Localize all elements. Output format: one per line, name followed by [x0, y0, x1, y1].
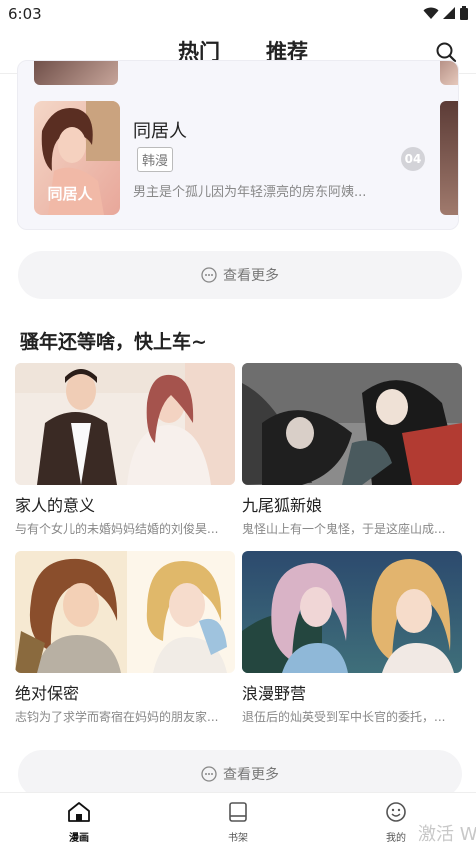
view-more-button[interactable]: 查看更多: [18, 251, 462, 299]
comic-card-juedui[interactable]: 绝对保密 志钧为了求学而寄宿在妈妈的朋友家...: [15, 551, 235, 725]
comic-title[interactable]: 九尾狐新娘: [242, 492, 462, 516]
more-dots-icon: [201, 766, 217, 782]
comic-tag: 韩漫: [137, 147, 174, 172]
more-dots-icon: [201, 267, 217, 283]
comic-cover-tongjuren[interactable]: 同居人: [34, 101, 120, 215]
comic-card-jiuweihu[interactable]: 九尾狐新娘 鬼怪山上有一个鬼怪，于是这座山成...: [242, 363, 462, 537]
signal-icon: [443, 6, 455, 19]
comic-title[interactable]: 家人的意义: [15, 492, 235, 516]
previous-item-cover[interactable]: [34, 61, 118, 85]
nav-bookshelf-label: 书架: [228, 833, 248, 844]
comic-cover[interactable]: [15, 363, 235, 485]
activation-watermark: 激活 W: [418, 824, 476, 845]
nav-mine-label: 我的: [386, 833, 406, 844]
comic-title[interactable]: 同居人: [133, 117, 187, 143]
hot-ranking-card: 同居人 同居人 韩漫 男主是个孤儿因为年轻漂亮的房东阿姨... 04: [17, 60, 459, 230]
next-column-cover-top[interactable]: [440, 61, 458, 85]
comic-title[interactable]: 绝对保密: [15, 680, 235, 704]
battery-icon: [460, 6, 468, 20]
cover-logo-text: 同居人: [47, 185, 93, 203]
comic-title[interactable]: 浪漫野营: [242, 680, 462, 704]
comic-cover[interactable]: [242, 551, 462, 673]
rank-badge: 04: [401, 147, 425, 171]
comic-card-langman[interactable]: 浪漫野营 退伍后的灿英受到军中长官的委托，...: [242, 551, 462, 725]
comic-description: 退伍后的灿英受到军中长官的委托，...: [242, 710, 446, 724]
status-bar: 6:03: [0, 0, 476, 28]
status-time: 6:03: [8, 5, 42, 23]
comic-description: 男主是个孤儿因为年轻漂亮的房东阿姨...: [133, 185, 367, 200]
comic-description: 鬼怪山上有一个鬼怪，于是这座山成...: [242, 522, 446, 536]
comic-cover[interactable]: [15, 551, 235, 673]
view-more-button-2[interactable]: 查看更多: [18, 750, 462, 798]
bottom-nav: 漫画 书架 我的: [0, 792, 476, 846]
status-icons: [423, 6, 468, 20]
book-icon: [229, 802, 247, 822]
profile-smile-icon: [386, 802, 406, 822]
nav-comic[interactable]: 漫画: [49, 801, 109, 844]
comic-description: 志钧为了求学而寄宿在妈妈的朋友家...: [15, 710, 219, 724]
next-column-cover[interactable]: [440, 101, 458, 215]
view-more-label: 查看更多: [223, 767, 279, 783]
nav-comic-label: 漫画: [69, 833, 89, 844]
section-title: 骚年还等啥，快上车~: [20, 331, 207, 353]
nav-mine[interactable]: 我的: [366, 801, 426, 844]
view-more-label: 查看更多: [223, 268, 279, 284]
nav-bookshelf[interactable]: 书架: [208, 801, 268, 844]
comic-description: 与有个女儿的未婚妈妈结婚的刘俊昊...: [15, 522, 219, 536]
comic-cover[interactable]: [242, 363, 462, 485]
home-icon: [68, 802, 90, 822]
wifi-icon: [423, 7, 439, 19]
comic-card-jiaren[interactable]: 家人的意义 与有个女儿的未婚妈妈结婚的刘俊昊...: [15, 363, 235, 537]
